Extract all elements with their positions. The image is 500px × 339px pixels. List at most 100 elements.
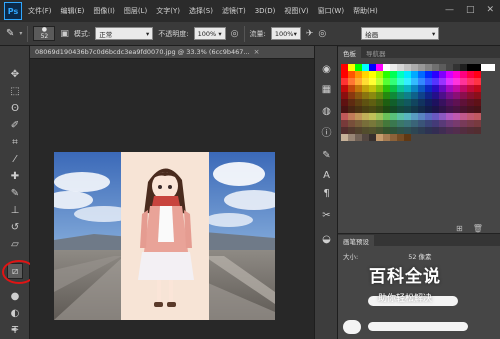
swatch[interactable] xyxy=(439,85,446,92)
menu-layer[interactable]: 图层(L) xyxy=(124,6,147,16)
3d-icon[interactable]: ◒ xyxy=(319,232,334,247)
lasso-icon[interactable]: ʘ xyxy=(7,100,23,116)
swatch[interactable] xyxy=(467,113,474,120)
swatch[interactable] xyxy=(453,120,460,127)
swatch[interactable] xyxy=(432,120,439,127)
swatch[interactable] xyxy=(383,127,390,134)
swatch[interactable] xyxy=(404,85,411,92)
swatch[interactable] xyxy=(348,120,355,127)
healing-brush-icon[interactable]: ✚ xyxy=(7,168,23,184)
swatch[interactable] xyxy=(446,85,453,92)
swatch[interactable] xyxy=(369,85,376,92)
swatch[interactable] xyxy=(411,120,418,127)
dodge-icon[interactable]: ◐ xyxy=(7,305,23,321)
swatch[interactable] xyxy=(418,127,425,134)
clone-stamp-icon[interactable]: ⊥ xyxy=(7,202,23,218)
paragraph-icon[interactable]: ¶ xyxy=(319,186,334,201)
swatch[interactable] xyxy=(341,106,348,113)
swatch[interactable] xyxy=(369,134,376,141)
swatch[interactable] xyxy=(362,127,369,134)
swatch[interactable] xyxy=(383,120,390,127)
swatch[interactable] xyxy=(446,106,453,113)
swatch[interactable] xyxy=(432,92,439,99)
swatch[interactable] xyxy=(348,106,355,113)
swatch[interactable] xyxy=(418,92,425,99)
swatch[interactable] xyxy=(439,113,446,120)
tool-presets-icon[interactable]: ✂ xyxy=(319,208,334,223)
swatch[interactable] xyxy=(397,78,404,85)
swatch[interactable] xyxy=(404,78,411,85)
swatch[interactable] xyxy=(376,92,383,99)
swatch[interactable] xyxy=(425,120,432,127)
minimize-button[interactable]: — xyxy=(445,5,454,15)
swatch[interactable] xyxy=(376,71,383,78)
swatch[interactable] xyxy=(432,85,439,92)
swatch[interactable] xyxy=(474,64,481,71)
swatches-icon[interactable]: ▦ xyxy=(319,82,334,97)
swatch[interactable] xyxy=(362,64,369,71)
swatch[interactable] xyxy=(460,71,467,78)
swatch[interactable] xyxy=(341,71,348,78)
swatch[interactable] xyxy=(369,92,376,99)
swatch[interactable] xyxy=(460,64,467,71)
swatch[interactable] xyxy=(425,85,432,92)
swatch[interactable] xyxy=(362,85,369,92)
swatch[interactable] xyxy=(383,134,390,141)
swatch[interactable] xyxy=(362,106,369,113)
swatch[interactable] xyxy=(390,71,397,78)
brush-stroke-preview[interactable] xyxy=(343,320,361,334)
swatch[interactable] xyxy=(369,78,376,85)
swatch[interactable] xyxy=(355,99,362,106)
swatch[interactable] xyxy=(341,127,348,134)
swatch[interactable] xyxy=(411,113,418,120)
swatch[interactable] xyxy=(460,78,467,85)
swatch[interactable] xyxy=(383,64,390,71)
swatch[interactable] xyxy=(439,92,446,99)
swatch[interactable] xyxy=(341,113,348,120)
swatch[interactable] xyxy=(376,134,383,141)
swatch[interactable] xyxy=(404,106,411,113)
workspace-select[interactable]: 绘画 ▾ xyxy=(361,27,440,40)
brush-stroke-preview[interactable] xyxy=(368,322,468,331)
swatch[interactable] xyxy=(376,106,383,113)
swatch[interactable] xyxy=(369,99,376,106)
swatch[interactable] xyxy=(418,71,425,78)
swatch[interactable] xyxy=(376,113,383,120)
swatch[interactable] xyxy=(425,127,432,134)
swatch[interactable] xyxy=(432,106,439,113)
swatch[interactable] xyxy=(362,120,369,127)
swatch[interactable] xyxy=(432,127,439,134)
swatch[interactable] xyxy=(411,71,418,78)
swatch[interactable] xyxy=(425,71,432,78)
swatch[interactable] xyxy=(432,64,439,71)
swatch[interactable] xyxy=(369,71,376,78)
swatch[interactable] xyxy=(425,99,432,106)
menu-window[interactable]: 窗口(W) xyxy=(318,6,344,16)
eyedropper-icon[interactable]: ⁄ xyxy=(7,151,23,167)
swatch[interactable] xyxy=(355,64,362,71)
swatch[interactable] xyxy=(453,64,460,71)
history-brush-icon[interactable]: ↺ xyxy=(7,219,23,235)
swatch[interactable] xyxy=(397,120,404,127)
swatch[interactable] xyxy=(369,113,376,120)
swatch[interactable] xyxy=(439,127,446,134)
swatch[interactable] xyxy=(355,120,362,127)
close-button[interactable]: ✕ xyxy=(486,5,494,15)
swatch-grid[interactable] xyxy=(341,64,495,141)
swatch[interactable] xyxy=(432,71,439,78)
swatch[interactable] xyxy=(474,78,481,85)
swatch[interactable] xyxy=(446,92,453,99)
swatch[interactable] xyxy=(460,127,467,134)
menu-view[interactable]: 视图(V) xyxy=(284,6,308,16)
blur-icon[interactable]: ● xyxy=(7,288,23,304)
brush-settings-icon[interactable]: ✎ xyxy=(319,148,334,163)
brush-tool-preset-icon[interactable]: ✎ xyxy=(6,28,14,39)
swatch[interactable] xyxy=(474,71,481,78)
swatch[interactable] xyxy=(390,92,397,99)
swatch[interactable] xyxy=(460,120,467,127)
swatch[interactable] xyxy=(439,120,446,127)
swatch[interactable] xyxy=(355,106,362,113)
type-icon[interactable]: T xyxy=(7,322,23,338)
swatch[interactable] xyxy=(453,113,460,120)
swatch[interactable] xyxy=(341,120,348,127)
